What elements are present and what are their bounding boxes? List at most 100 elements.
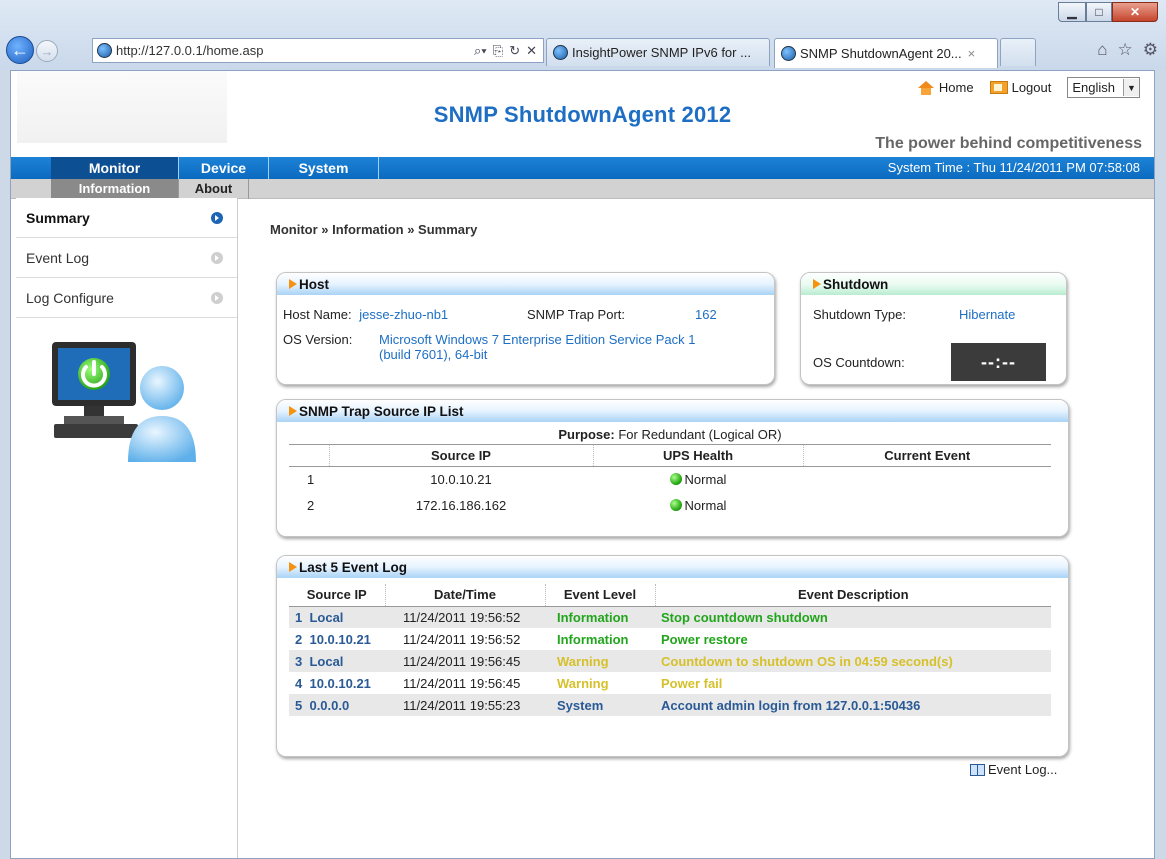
purpose-value: For Redundant (Logical OR): [618, 427, 782, 443]
current-event-cell: [803, 466, 1051, 492]
os-countdown-display: --:--: [951, 343, 1046, 381]
forward-arrow-icon: →: [40, 43, 54, 59]
back-arrow-icon: ←: [11, 39, 29, 60]
health-text: Normal: [684, 497, 727, 513]
sidebar-item-label: Event Log: [26, 249, 90, 266]
trap-header-row: Source IP UPS Health Current Event: [289, 444, 1051, 467]
table-row: 2 10.0.10.21 11/24/2011 19:56:52 Informa…: [289, 628, 1051, 650]
source-ip-cell: 10.0.10.21: [430, 471, 492, 487]
arrow-circle-icon: [211, 251, 223, 264]
shutdown-type-value: Hibernate: [959, 307, 1016, 322]
sidebar-item-log-configure[interactable]: Log Configure: [16, 278, 237, 318]
menu-system[interactable]: System: [269, 157, 379, 179]
sidebar: Summary Event Log Log Configure: [16, 198, 238, 858]
source-cell: 3 Local: [289, 650, 385, 672]
home-link[interactable]: Home: [917, 80, 974, 95]
source-value: Local: [309, 653, 344, 669]
dropdown-arrow-icon[interactable]: ▼: [1123, 79, 1139, 96]
browser-tab-insightpower[interactable]: InsightPower SNMP IPv6 for ...: [546, 38, 770, 66]
host-name-row: Host Name: jesse-zhuo-nb1: [283, 307, 448, 322]
health-text: Normal: [684, 471, 727, 487]
header-links: Home Logout English ▼: [917, 77, 1140, 98]
os-version-line1: Microsoft Windows 7 Enterprise Edition S…: [379, 332, 696, 347]
sidebar-item-label: Log Configure: [26, 289, 114, 306]
level-cell: Warning: [557, 675, 609, 691]
main-menu: Monitor Device System System Time : Thu …: [11, 157, 1154, 179]
event-level-header: Event Level: [544, 584, 655, 607]
sidebar-item-event-log[interactable]: Event Log: [16, 238, 237, 278]
close-window-button[interactable]: ✕: [1112, 2, 1158, 22]
description-cell: Power restore: [661, 631, 748, 647]
submenu-about[interactable]: About: [179, 178, 249, 199]
submenu-information[interactable]: Information: [51, 178, 179, 199]
new-tab-button[interactable]: [1000, 38, 1036, 66]
browser-toolbar-icons: ⌂ ☆ ⚙: [1097, 40, 1158, 60]
arrow-circle-icon: [211, 211, 223, 224]
menu-device[interactable]: Device: [179, 157, 269, 179]
back-button[interactable]: ←: [6, 36, 34, 64]
refresh-icon[interactable]: ↻: [509, 43, 520, 59]
browser-chrome: ▁ □ ✕ ← → http://127.0.0.1/home.asp ⌕▾ ⎘…: [0, 0, 1166, 70]
description-cell: Account admin login from 127.0.0.1:50436: [655, 694, 1051, 716]
app-title: SNMP ShutdownAgent 2012: [433, 102, 732, 127]
event-log-panel: Last 5 Event Log Source IP Date/Time Eve…: [276, 555, 1069, 757]
search-icon[interactable]: ⌕▾: [474, 43, 487, 59]
description-cell: Countdown to shutdown OS in 04:59 second…: [655, 650, 1051, 672]
home-icon: [917, 80, 935, 95]
shutdown-panel: Shutdown Shutdown Type: Hibernate OS Cou…: [800, 272, 1067, 385]
globe-icon: [781, 46, 796, 61]
sidebar-item-summary[interactable]: Summary: [16, 198, 237, 238]
tab-close-icon[interactable]: ×: [968, 46, 976, 61]
source-cell: 5 0.0.0.0: [289, 694, 385, 716]
minimize-button[interactable]: ▁: [1058, 2, 1086, 22]
level-cell: Warning: [545, 650, 655, 672]
ups-health-cell: Normal: [593, 492, 803, 518]
arrow-circle-icon: [211, 291, 223, 304]
home-icon[interactable]: ⌂: [1097, 40, 1107, 60]
table-row: 1 10.0.10.21 Normal: [289, 466, 1051, 492]
system-time: System Time : Thu 11/24/2011 PM 07:58:08: [887, 160, 1140, 175]
level-cell: Information: [545, 606, 655, 628]
event-log-table: Source IP Date/Time Event Level Event De…: [289, 584, 1051, 716]
row-index: 5: [295, 697, 303, 713]
trap-panel-title: SNMP Trap Source IP List: [277, 400, 1068, 422]
shutdown-type-label: Shutdown Type:: [813, 307, 906, 322]
favorites-star-icon[interactable]: ☆: [1118, 40, 1133, 60]
computer-user-icon: [52, 342, 196, 462]
purpose-row: Purpose: For Redundant (Logical OR): [289, 426, 1051, 445]
source-ip-header: Source IP: [289, 584, 385, 607]
source-ip-cell: 172.16.186.162: [415, 497, 507, 513]
host-name-label: Host Name:: [283, 307, 352, 322]
trap-port-value: 162: [695, 307, 717, 322]
table-row: 5 0.0.0.0 11/24/2011 19:55:23 System Acc…: [289, 694, 1051, 716]
description-cell: Power fail: [661, 675, 723, 691]
os-version-label-wrap: OS Version:: [283, 332, 352, 347]
os-version-line2: (build 7601), 64-bit: [379, 347, 488, 362]
stop-icon[interactable]: ✕: [526, 43, 537, 59]
trap-source-table: Purpose: For Redundant (Logical OR) Sour…: [289, 426, 1051, 518]
shutdown-type-value-wrap: Hibernate: [959, 307, 1015, 322]
language-select[interactable]: English ▼: [1067, 77, 1140, 98]
logout-link[interactable]: Logout: [989, 80, 1051, 95]
source-cell: 4 10.0.10.21: [289, 672, 385, 694]
source-cell: 1 Local: [289, 606, 385, 628]
countdown-label-wrap: OS Countdown:: [813, 355, 905, 370]
menu-monitor[interactable]: Monitor: [51, 157, 179, 179]
source-cell: 2 10.0.10.21: [289, 628, 385, 650]
forward-button[interactable]: →: [36, 40, 58, 62]
address-url[interactable]: http://127.0.0.1/home.asp: [116, 43, 474, 58]
book-icon: [970, 763, 985, 776]
event-description-header: Event Description: [654, 584, 1051, 607]
compat-view-icon[interactable]: ⎘: [493, 43, 503, 59]
browser-tab-shutdownagent[interactable]: SNMP ShutdownAgent 20... ×: [774, 38, 998, 68]
event-log-more-link[interactable]: Event Log...: [970, 762, 1057, 777]
status-ok-icon: [669, 472, 682, 485]
maximize-button[interactable]: □: [1086, 2, 1112, 22]
purpose-cell: Purpose: For Redundant (Logical OR): [289, 426, 1051, 445]
gear-icon[interactable]: ⚙: [1143, 40, 1158, 60]
address-bar[interactable]: http://127.0.0.1/home.asp ⌕▾ ⎘ ↻ ✕: [92, 38, 544, 63]
tagline: The power behind competitiveness: [875, 135, 1142, 152]
datetime-cell: 11/24/2011 19:56:52: [385, 606, 545, 628]
table-row: 1 Local 11/24/2011 19:56:52 Information …: [289, 606, 1051, 628]
status-ok-icon: [669, 498, 682, 511]
